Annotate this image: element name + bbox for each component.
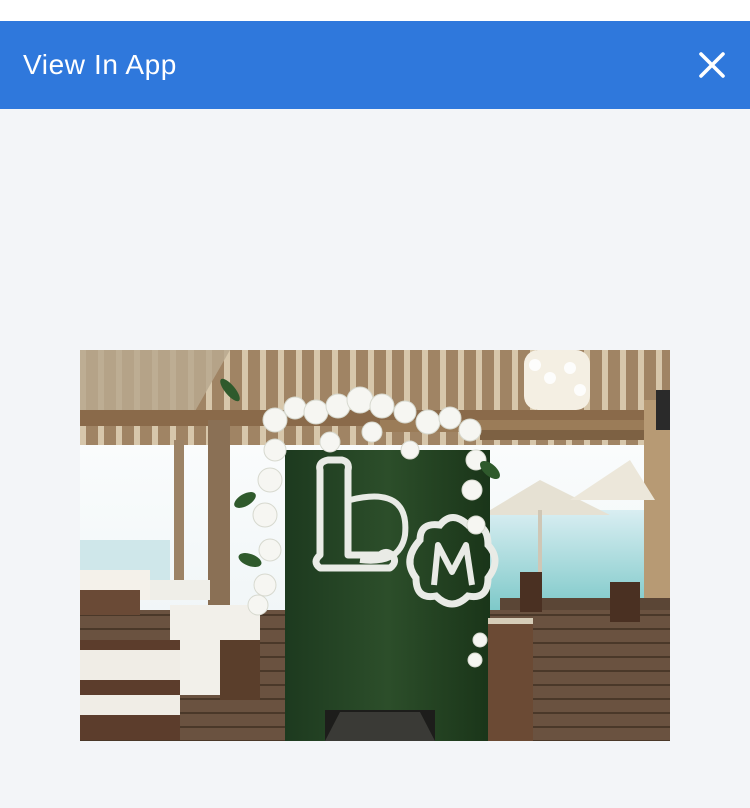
banner-title: View In App xyxy=(23,49,177,80)
image-viewer xyxy=(0,109,750,808)
status-strip xyxy=(0,0,750,21)
close-icon xyxy=(699,52,725,78)
close-button[interactable] xyxy=(690,43,734,87)
photo[interactable] xyxy=(80,350,670,741)
app-banner: View In App xyxy=(0,21,750,109)
photo-illustration xyxy=(80,350,670,741)
